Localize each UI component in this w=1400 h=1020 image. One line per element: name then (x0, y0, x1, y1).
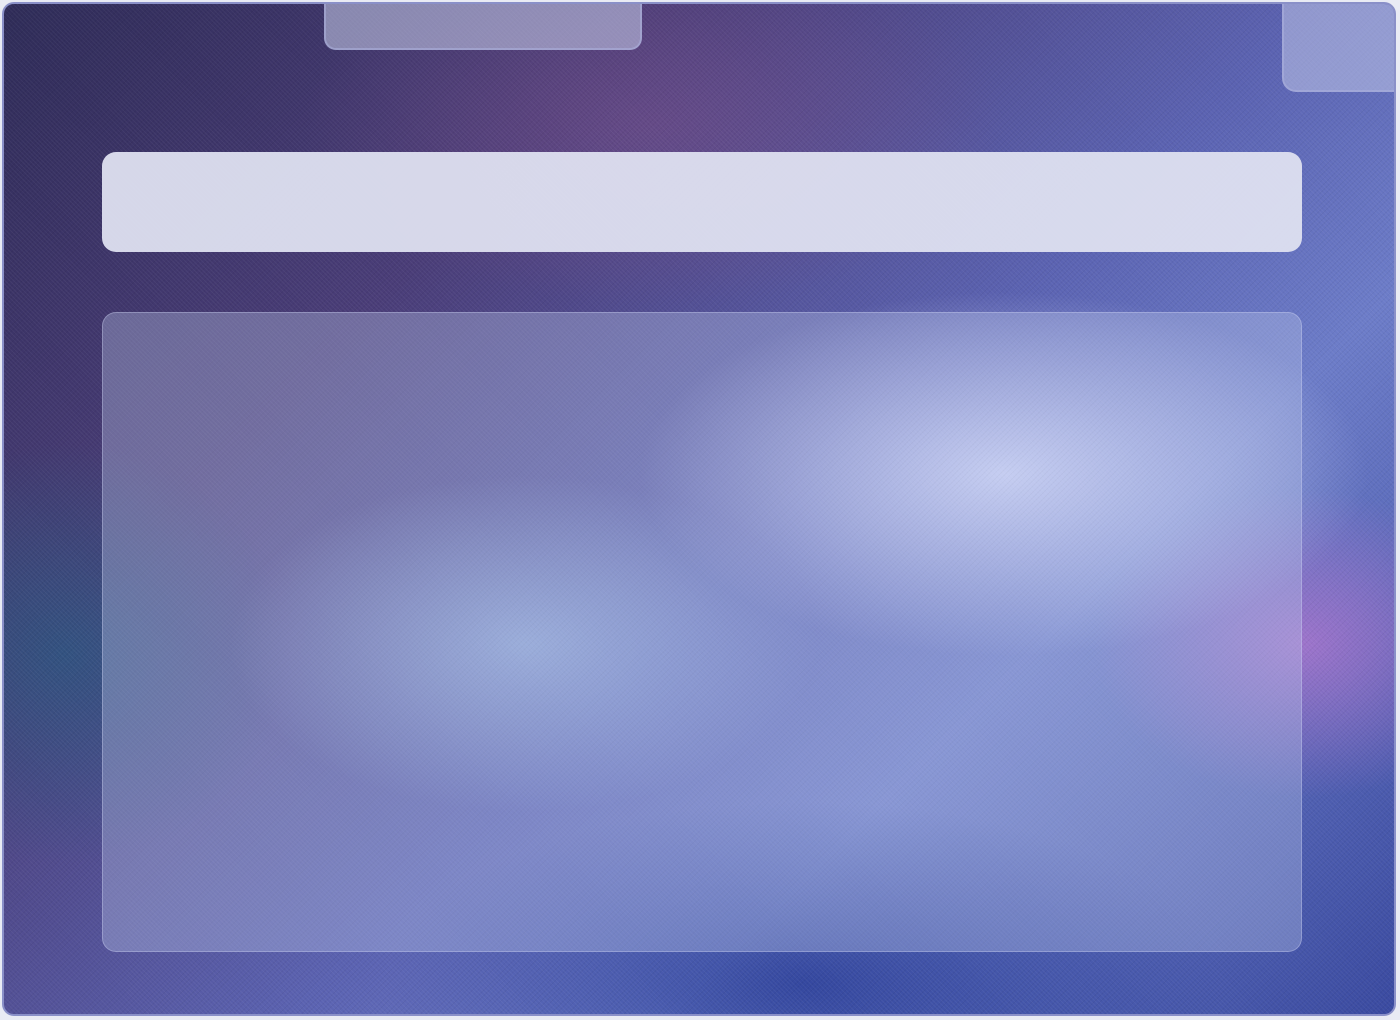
app-window (2, 2, 1396, 1016)
top-tab[interactable] (324, 4, 642, 50)
content-panel (102, 312, 1302, 952)
search-input[interactable] (102, 152, 1302, 252)
corner-button[interactable] (1282, 4, 1394, 92)
